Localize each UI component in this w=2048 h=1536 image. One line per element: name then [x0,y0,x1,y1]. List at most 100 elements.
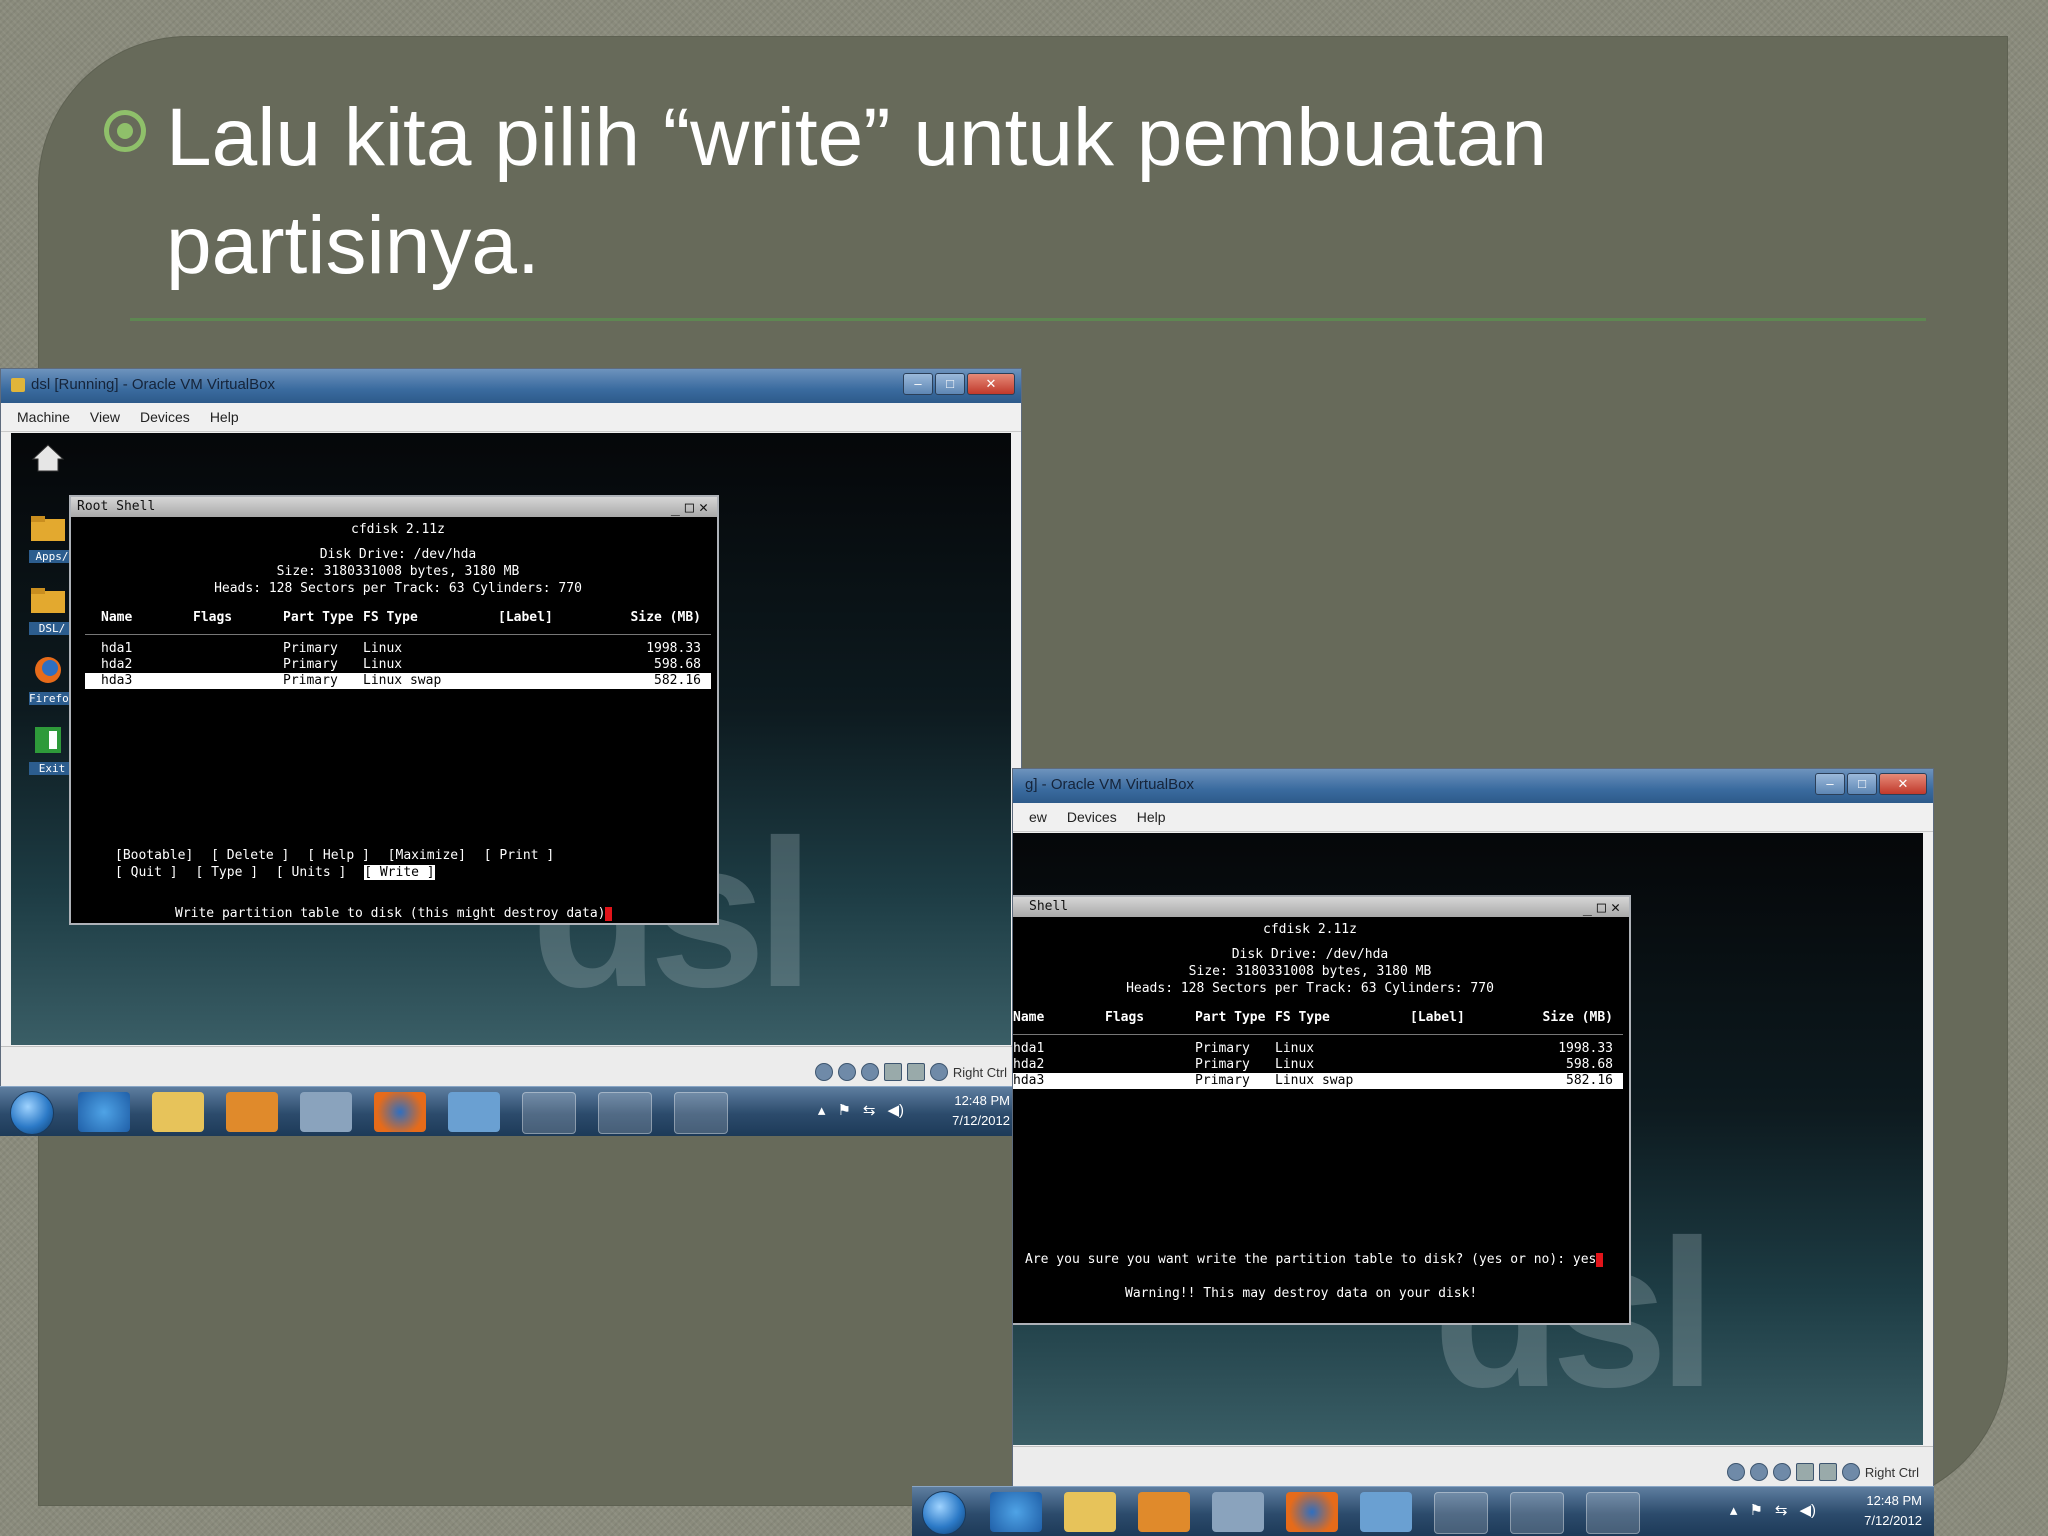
shell-titlebar[interactable]: Shell _□✕ [1013,897,1629,917]
ie-icon[interactable] [78,1092,130,1132]
slide-title-line1: Lalu kita pilih “write” untuk pembuatan [166,92,1548,183]
maximize-button[interactable]: □ [935,373,965,395]
menu-delete[interactable]: [ Delete ] [211,848,289,863]
menu-quit[interactable]: [ Quit ] [115,865,178,880]
virtualbox-icon[interactable] [1434,1492,1488,1534]
menu-maximize[interactable]: [Maximize] [388,848,466,863]
start-button[interactable] [10,1091,54,1135]
cfdisk-menu: [Bootable] [ Delete ] [ Help ] [Maximize… [115,847,564,881]
menu-type[interactable]: [ Type ] [195,865,258,880]
maximize-button[interactable]: □ [1847,773,1877,795]
shell-window-buttons[interactable]: _□✕ [671,497,713,517]
tray-up-icon[interactable]: ▴ [818,1101,826,1119]
hdd-icon[interactable] [814,1063,833,1081]
minimize-button[interactable]: – [903,373,933,395]
firefox-icon [35,657,61,683]
app-icon[interactable] [674,1092,728,1134]
desktop-icon-home[interactable] [29,443,75,478]
network-icon[interactable] [1795,1463,1814,1481]
partition-table-header: Name Flags Part Type FS Type [Label] Siz… [101,610,701,625]
windows-taskbar-left: ▴ ⚑ ⇆ ◀) 12:48 PM 7/12/2012 [0,1086,1022,1136]
clock[interactable]: 12:48 PM 7/12/2012 [952,1091,1010,1131]
disk-drive: Disk Drive: /dev/hda [319,547,477,562]
table-row-selected[interactable]: hda3 Primary Linux swap 582.16 [1013,1073,1623,1089]
menu-help[interactable]: [ Help ] [307,848,370,863]
tray-flag-icon[interactable]: ⚑ [1749,1501,1762,1519]
app-icon[interactable] [1586,1492,1640,1534]
close-button[interactable]: ✕ [1879,773,1927,795]
tray-volume-icon[interactable]: ◀) [887,1101,904,1119]
folder-icon [31,588,65,613]
app-icon[interactable] [1212,1492,1264,1532]
capture-icon[interactable] [929,1063,948,1081]
host-key-label: Right Ctrl [1864,1464,1919,1480]
app-icon[interactable] [448,1092,500,1132]
tray-flag-icon[interactable]: ⚑ [837,1101,850,1119]
slide-title-line2: partisinya. [166,200,540,291]
minimize-button[interactable]: – [1815,773,1845,795]
firefox-icon[interactable] [1286,1492,1338,1532]
hdd-icon[interactable] [1726,1463,1745,1481]
shared-folder-icon[interactable] [906,1063,925,1081]
vm-screen[interactable]: dsl Apps/ DSL/ Firefox Exit Root Shell _… [11,433,1011,1045]
table-row[interactable]: hda1 Primary Linux 1998.33 [85,641,711,657]
root-shell-window: Shell _□✕ cfdisk 2.11z Disk Drive: /dev/… [1013,895,1631,1325]
media-player-icon[interactable] [226,1092,278,1132]
table-row-selected[interactable]: hda3 Primary Linux swap 582.16 [85,673,711,689]
explorer-icon[interactable] [152,1092,204,1132]
network-icon[interactable] [883,1063,902,1081]
start-button[interactable] [922,1491,966,1535]
app-icon[interactable] [598,1092,652,1134]
title-divider [130,318,1926,321]
menu-bootable[interactable]: [Bootable] [115,848,193,863]
virtualbox-icon[interactable] [522,1092,576,1134]
capture-icon[interactable] [1841,1463,1860,1481]
virtualbox-icon [11,378,25,392]
menu-view[interactable]: ew [1029,809,1047,825]
ie-icon[interactable] [990,1492,1042,1532]
usb-icon[interactable] [860,1063,879,1081]
cd-icon[interactable] [1749,1463,1768,1481]
menu-view[interactable]: View [90,409,120,425]
app-icon[interactable] [300,1092,352,1132]
table-row[interactable]: hda2 Primary Linux 598.68 [85,657,711,673]
window-titlebar[interactable]: g] - Oracle VM VirtualBox – □ ✕ [1013,769,1933,803]
vm-screen[interactable]: dsl Shell _□✕ cfdisk 2.11z Disk Drive: /… [1013,833,1923,1445]
disk-size: Size: 3180331008 bytes, 3180 MB [1188,964,1432,979]
shared-folder-icon[interactable] [1818,1463,1837,1481]
menu-print[interactable]: [ Print ] [484,848,554,863]
folder-icon [31,516,65,541]
cd-icon[interactable] [837,1063,856,1081]
tray-volume-icon[interactable]: ◀) [1799,1501,1816,1519]
cfdisk-terminal[interactable]: cfdisk 2.11z Disk Drive: /dev/hda Size: … [1013,921,1623,1317]
shell-window-buttons[interactable]: _□✕ [1583,897,1625,917]
table-row[interactable]: hda1 Primary Linux 1998.33 [1013,1041,1623,1057]
cfdisk-terminal[interactable]: cfdisk 2.11z Disk Drive: /dev/hda Size: … [85,521,711,921]
menu-devices[interactable]: Devices [1067,809,1117,825]
usb-icon[interactable] [1772,1463,1791,1481]
tray-network-icon[interactable]: ⇆ [1775,1501,1788,1519]
app-icon[interactable] [1360,1492,1412,1532]
virtualbox-window-left: dsl [Running] - Oracle VM VirtualBox – □… [0,368,1022,1098]
media-player-icon[interactable] [1138,1492,1190,1532]
table-row[interactable]: hda2 Primary Linux 598.68 [1013,1057,1623,1073]
menu-help[interactable]: Help [210,409,239,425]
clock[interactable]: 12:48 PM 7/12/2012 [1864,1491,1922,1531]
menubar: Machine View Devices Help [1,403,1021,432]
explorer-icon[interactable] [1064,1492,1116,1532]
menu-write[interactable]: [ Write ] [364,865,435,880]
menu-units[interactable]: [ Units ] [276,865,346,880]
confirm-prompt[interactable]: Are you sure you want write the partitio… [1025,1251,1604,1268]
shell-titlebar[interactable]: Root Shell _□✕ [71,497,717,517]
menu-devices[interactable]: Devices [140,409,190,425]
window-titlebar[interactable]: dsl [Running] - Oracle VM VirtualBox – □… [1,369,1021,403]
text-cursor [605,906,613,921]
menu-help[interactable]: Help [1137,809,1166,825]
close-button[interactable]: ✕ [967,373,1015,395]
menu-machine[interactable]: Machine [17,409,70,425]
tray-up-icon[interactable]: ▴ [1730,1501,1738,1519]
firefox-icon[interactable] [374,1092,426,1132]
warning-text: Warning!! This may destroy data on your … [1125,1286,1478,1301]
app-icon[interactable] [1510,1492,1564,1534]
tray-network-icon[interactable]: ⇆ [863,1101,876,1119]
